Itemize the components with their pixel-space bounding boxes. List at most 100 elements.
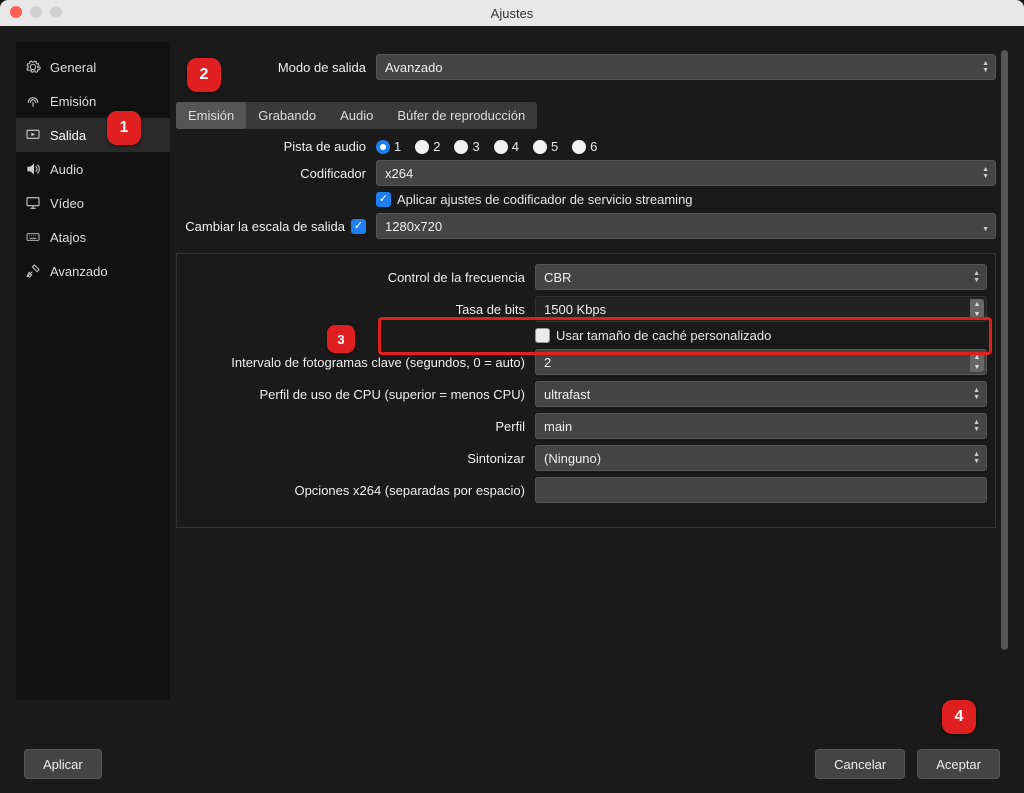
- output-icon: [24, 127, 42, 143]
- rate-control-select[interactable]: CBR ▲▼: [535, 264, 987, 290]
- close-icon[interactable]: [10, 6, 22, 18]
- row-enforce-settings: Aplicar ajustes de codificador de servic…: [176, 192, 996, 207]
- keyframe-label: Intervalo de fotogramas clave (segundos,…: [185, 355, 535, 370]
- rescale-checkbox[interactable]: [351, 219, 366, 234]
- tab-audio[interactable]: Audio: [328, 102, 385, 129]
- output-mode-select[interactable]: Avanzado ▲▼: [376, 54, 996, 80]
- annotation-2: 2: [187, 58, 221, 92]
- sidebar-item-audio[interactable]: Audio: [16, 152, 170, 186]
- speaker-icon: [24, 161, 42, 177]
- output-tabs: Emisión Grabando Audio Búfer de reproduc…: [176, 102, 537, 129]
- sidebar-label: Avanzado: [50, 264, 108, 279]
- chevron-updown-icon: ▲▼: [982, 55, 989, 79]
- rate-control-value: CBR: [544, 270, 571, 285]
- chevron-updown-icon: ▲▼: [973, 265, 980, 289]
- row-bitrate: Tasa de bits 1500 Kbps ▲▼: [185, 296, 987, 322]
- tune-value: (Ninguno): [544, 451, 601, 466]
- cancel-button[interactable]: Cancelar: [815, 749, 905, 779]
- rescale-select[interactable]: 1280x720 ▲▼: [376, 213, 996, 239]
- radio-track-6[interactable]: 6: [572, 139, 597, 154]
- sidebar-label: Emisión: [50, 94, 96, 109]
- enforce-label: Aplicar ajustes de codificador de servic…: [397, 192, 693, 207]
- tab-emision[interactable]: Emisión: [176, 102, 246, 129]
- rate-control-label: Control de la frecuencia: [185, 270, 535, 285]
- row-x264opts: Opciones x264 (separadas por espacio): [185, 477, 987, 503]
- dialog-footer: Aplicar Cancelar Aceptar: [0, 735, 1024, 793]
- cpu-preset-select[interactable]: ultrafast ▲▼: [535, 381, 987, 407]
- chevron-updown-icon: ▲▼: [973, 382, 980, 406]
- sidebar-item-emision[interactable]: Emisión: [16, 84, 170, 118]
- broadcast-icon: [24, 93, 42, 109]
- chevron-updown-icon: ▲▼: [982, 161, 989, 185]
- row-audio-track: Pista de audio 1 2 3 4 5 6: [176, 139, 996, 154]
- profile-label: Perfil: [185, 419, 535, 434]
- rescale-label: Cambiar la escala de salida: [185, 219, 345, 234]
- titlebar: Ajustes: [0, 0, 1024, 26]
- tab-bufer[interactable]: Búfer de reproducción: [385, 102, 537, 129]
- radio-track-1[interactable]: 1: [376, 139, 401, 154]
- traffic-lights: [10, 6, 62, 18]
- row-keyframe: Intervalo de fotogramas clave (segundos,…: [185, 349, 987, 375]
- output-mode-value: Avanzado: [385, 60, 443, 75]
- profile-select[interactable]: main ▲▼: [535, 413, 987, 439]
- spinner-icon[interactable]: ▲▼: [970, 350, 984, 374]
- tab-grabando[interactable]: Grabando: [246, 102, 328, 129]
- audio-track-label: Pista de audio: [176, 139, 376, 154]
- cpu-preset-value: ultrafast: [544, 387, 590, 402]
- sidebar-item-general[interactable]: General: [16, 50, 170, 84]
- encoder-select[interactable]: x264 ▲▼: [376, 160, 996, 186]
- keyframe-input[interactable]: 2 ▲▼: [535, 349, 987, 375]
- sidebar-item-atajos[interactable]: Atajos: [16, 220, 170, 254]
- custom-buffer-checkbox[interactable]: [535, 328, 550, 343]
- gear-icon: [24, 59, 42, 75]
- row-cpu-preset: Perfil de uso de CPU (superior = menos C…: [185, 381, 987, 407]
- row-profile: Perfil main ▲▼: [185, 413, 987, 439]
- chevron-down-icon: ▲▼: [982, 214, 989, 238]
- window-title: Ajustes: [491, 6, 534, 21]
- sidebar-label: General: [50, 60, 96, 75]
- enforce-checkbox[interactable]: [376, 192, 391, 207]
- chevron-updown-icon: ▲▼: [973, 446, 980, 470]
- row-tune: Sintonizar (Ninguno) ▲▼: [185, 445, 987, 471]
- x264opts-input[interactable]: [535, 477, 987, 503]
- custom-buffer-label: Usar tamaño de caché personalizado: [556, 328, 771, 343]
- settings-sidebar: General Emisión Salida Audio Vídeo Atajo…: [16, 42, 170, 700]
- x264opts-label: Opciones x264 (separadas por espacio): [185, 483, 535, 498]
- row-output-mode: Modo de salida Avanzado ▲▼: [176, 54, 996, 80]
- cpu-preset-label: Perfil de uso de CPU (superior = menos C…: [185, 387, 535, 402]
- sidebar-label: Salida: [50, 128, 86, 143]
- bitrate-label: Tasa de bits: [185, 302, 535, 317]
- row-rate-control: Control de la frecuencia CBR ▲▼: [185, 264, 987, 290]
- ok-button[interactable]: Aceptar: [917, 749, 1000, 779]
- bitrate-value: 1500 Kbps: [544, 302, 606, 317]
- radio-track-3[interactable]: 3: [454, 139, 479, 154]
- sidebar-label: Audio: [50, 162, 83, 177]
- maximize-icon[interactable]: [50, 6, 62, 18]
- spinner-icon[interactable]: ▲▼: [970, 297, 984, 321]
- sidebar-item-video[interactable]: Vídeo: [16, 186, 170, 220]
- monitor-icon: [24, 195, 42, 211]
- annotation-4: 4: [942, 700, 976, 734]
- apply-button[interactable]: Aplicar: [24, 749, 102, 779]
- encoder-value: x264: [385, 166, 413, 181]
- content-scrollbar[interactable]: [1001, 50, 1008, 650]
- keyframe-value: 2: [544, 355, 551, 370]
- radio-track-4[interactable]: 4: [494, 139, 519, 154]
- keyboard-icon: [24, 229, 42, 245]
- sidebar-label: Atajos: [50, 230, 86, 245]
- tune-label: Sintonizar: [185, 451, 535, 466]
- row-custom-buffer: Usar tamaño de caché personalizado: [185, 328, 987, 343]
- settings-content: Modo de salida Avanzado ▲▼ Emisión Graba…: [176, 42, 1008, 700]
- radio-track-2[interactable]: 2: [415, 139, 440, 154]
- bitrate-input[interactable]: 1500 Kbps ▲▼: [535, 296, 987, 322]
- sidebar-item-salida[interactable]: Salida: [16, 118, 170, 152]
- row-encoder: Codificador x264 ▲▼: [176, 160, 996, 186]
- chevron-updown-icon: ▲▼: [973, 414, 980, 438]
- minimize-icon[interactable]: [30, 6, 42, 18]
- rescale-value: 1280x720: [385, 219, 442, 234]
- tune-select[interactable]: (Ninguno) ▲▼: [535, 445, 987, 471]
- radio-track-5[interactable]: 5: [533, 139, 558, 154]
- sidebar-item-avanzado[interactable]: Avanzado: [16, 254, 170, 288]
- encoder-settings-panel: Control de la frecuencia CBR ▲▼ Tasa de …: [176, 253, 996, 528]
- annotation-3: 3: [327, 325, 355, 353]
